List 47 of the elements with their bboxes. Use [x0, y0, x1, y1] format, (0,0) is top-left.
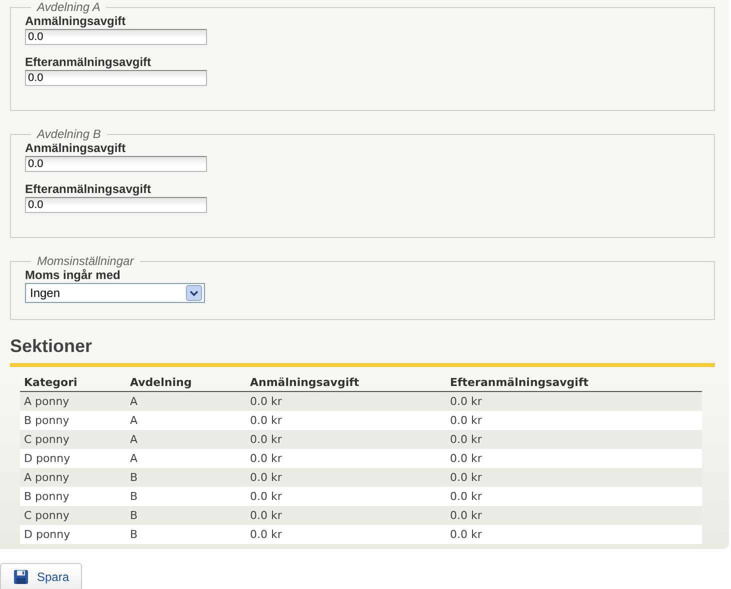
table-cell: 0.0 kr [246, 392, 446, 411]
table-cell: 0.0 kr [446, 506, 702, 525]
field-label: Anmälningsavgift [25, 141, 127, 155]
table-cell: 0.0 kr [246, 449, 446, 468]
table-cell: A [126, 430, 246, 449]
table-cell: B [126, 525, 246, 544]
table-cell: 0.0 kr [246, 506, 446, 525]
field-label: Anmälningsavgift [25, 14, 127, 28]
dropdown[interactable]: Ingen [25, 283, 205, 303]
input-field[interactable]: 0.0 [25, 70, 207, 86]
input-field[interactable]: 0.0 [25, 156, 207, 172]
fieldset-legend: Avdelning A [31, 0, 106, 14]
input-field[interactable]: 0.0 [25, 29, 207, 45]
field-label: Moms ingår med [25, 268, 122, 282]
table-cell: D ponny [20, 449, 126, 468]
table-cell: 0.0 kr [446, 392, 702, 411]
table-cell: C ponny [20, 430, 126, 449]
table-cell: C ponny [20, 506, 126, 525]
table-cell: 0.0 kr [446, 449, 702, 468]
table-cell: A [126, 449, 246, 468]
section-heading: Sektioner [10, 336, 94, 357]
table-cell: B [126, 487, 246, 506]
table-cell: 0.0 kr [246, 487, 446, 506]
input-field[interactable]: 0.0 [25, 197, 207, 213]
table-cell: A ponny [20, 468, 126, 487]
table-cell: A [126, 411, 246, 430]
table-cell: D ponny [20, 525, 126, 544]
table-cell: 0.0 kr [446, 487, 702, 506]
table-cell: 0.0 kr [446, 430, 702, 449]
table-cell: 0.0 kr [446, 411, 702, 430]
table-cell: 0.0 kr [446, 468, 702, 487]
table-cell: 0.0 kr [246, 525, 446, 544]
table-cell: B [126, 468, 246, 487]
fieldset-legend: Avdelning B [31, 127, 107, 141]
table-cell: 0.0 kr [246, 430, 446, 449]
table-cell: A ponny [20, 392, 126, 411]
table-cell: 0.0 kr [246, 411, 446, 430]
table-cell: B ponny [20, 411, 126, 430]
table-cell: B ponny [20, 487, 126, 506]
field-label: Efteranmälningsavgift [25, 55, 152, 69]
fieldset-legend: Momsinställningar [31, 254, 140, 268]
table-cell: A [126, 392, 246, 411]
field-label: Efteranmälningsavgift [25, 182, 152, 196]
save-button[interactable]: Spara [0, 563, 82, 589]
table-cell: 0.0 kr [246, 468, 446, 487]
table-cell: B [126, 506, 246, 525]
table-cell: 0.0 kr [446, 525, 702, 544]
